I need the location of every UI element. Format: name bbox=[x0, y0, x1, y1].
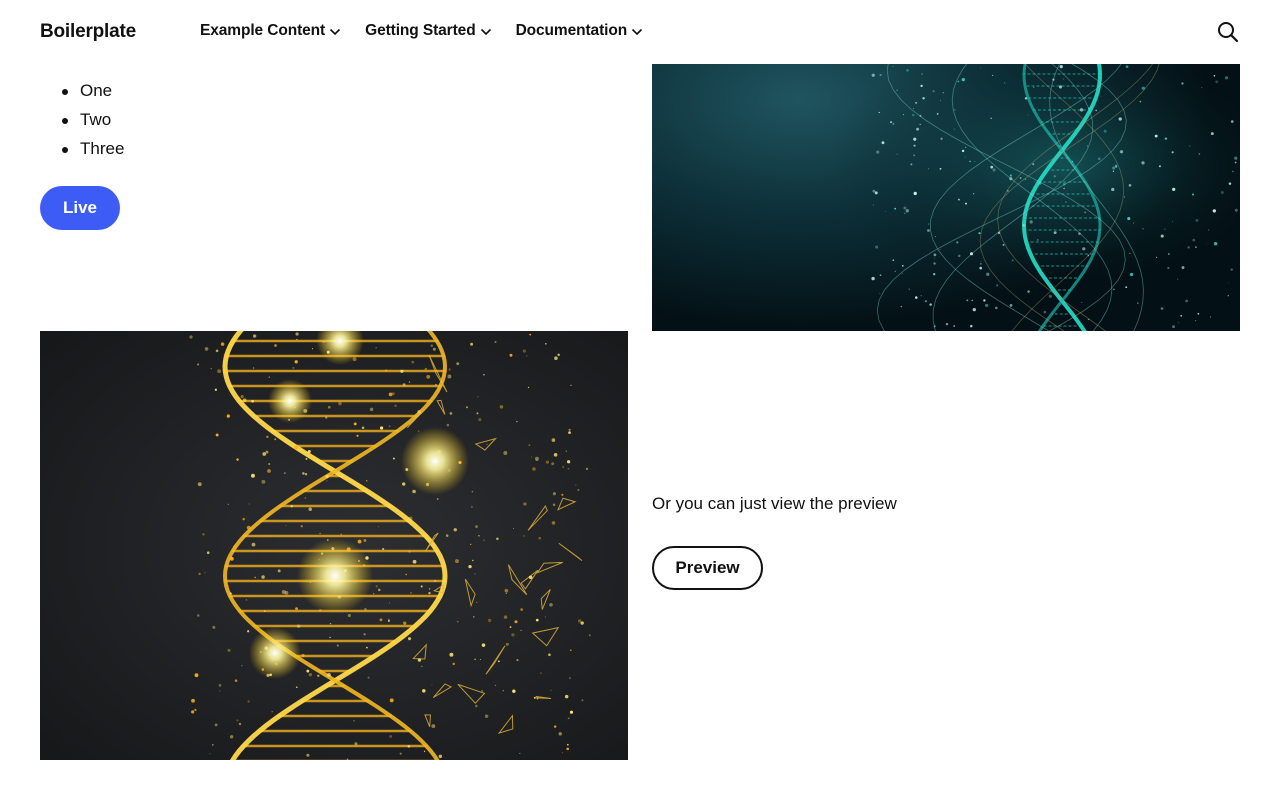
search-button[interactable] bbox=[1216, 20, 1240, 44]
main-nav: Example Content Getting Started Document… bbox=[200, 22, 643, 40]
search-icon bbox=[1218, 22, 1239, 43]
nav-item-example-content[interactable]: Example Content bbox=[200, 22, 341, 40]
nav-item-label: Getting Started bbox=[365, 22, 476, 39]
preview-button[interactable]: Preview bbox=[652, 546, 763, 590]
site-logo[interactable]: Boilerplate bbox=[40, 21, 136, 43]
gold-dna-helix-image bbox=[40, 331, 628, 760]
preview-description: Or you can just view the preview bbox=[652, 494, 897, 513]
bullet-list: One Two Three bbox=[40, 76, 124, 163]
live-button[interactable]: Live bbox=[40, 186, 120, 230]
list-item: Three bbox=[40, 134, 124, 163]
site-header: Boilerplate Example Content Getting Star… bbox=[0, 0, 1280, 64]
nav-item-getting-started[interactable]: Getting Started bbox=[365, 22, 491, 40]
chevron-down-icon bbox=[330, 28, 341, 36]
list-item: One bbox=[40, 76, 124, 105]
list-item: Two bbox=[40, 105, 124, 134]
chevron-down-icon bbox=[632, 28, 643, 36]
nav-item-label: Example Content bbox=[200, 22, 326, 39]
nav-item-documentation[interactable]: Documentation bbox=[516, 22, 644, 40]
chevron-down-icon bbox=[480, 28, 491, 36]
nav-item-label: Documentation bbox=[515, 22, 628, 39]
